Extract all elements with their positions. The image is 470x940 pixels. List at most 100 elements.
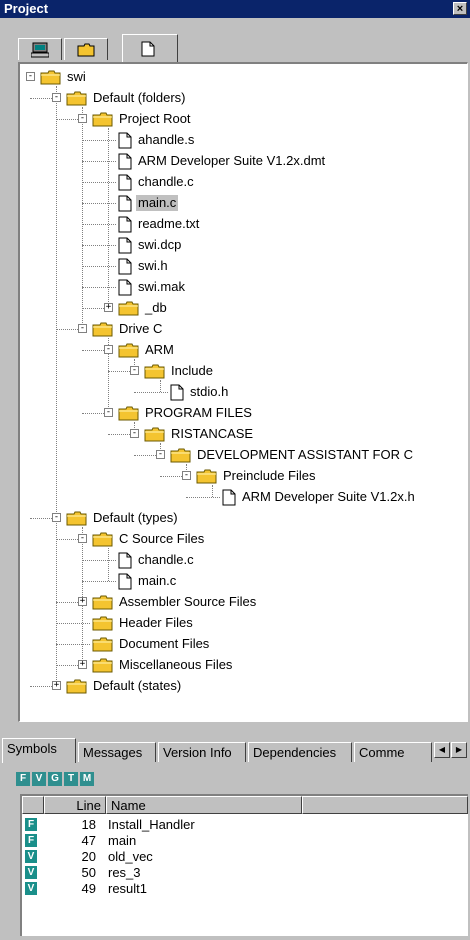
tree-node-label[interactable]: ARM Developer Suite V1.2x.dmt <box>136 153 327 169</box>
scroll-left-button[interactable]: ◀ <box>434 742 450 758</box>
tree-folder-node[interactable]: + Assembler Source Files <box>20 593 460 613</box>
tree-node-label[interactable]: swi <box>65 69 88 85</box>
tab-messages[interactable]: Messages <box>78 742 156 762</box>
tree-folder-node[interactable]: Header Files <box>20 614 460 634</box>
tree-node-label[interactable]: swi.dcp <box>136 237 183 253</box>
tree-node-label[interactable]: Assembler Source Files <box>117 594 258 610</box>
tab-version-info[interactable]: Version Info <box>158 742 246 762</box>
tab-file-view[interactable] <box>122 34 178 64</box>
expand-toggle[interactable]: + <box>104 303 113 312</box>
collapse-toggle[interactable]: - <box>52 93 61 102</box>
tree-folder-node[interactable]: - ARM <box>20 341 460 371</box>
collapse-toggle[interactable]: - <box>26 72 35 81</box>
tree-file-node[interactable]: swi.mak <box>20 278 460 298</box>
tab-symbols[interactable]: Symbols <box>2 738 76 763</box>
tree-folder-node[interactable]: - swi <box>20 68 460 686</box>
filter-f-button[interactable]: F <box>16 772 30 786</box>
expand-toggle[interactable]: + <box>78 660 87 669</box>
tab-folder-view[interactable] <box>64 38 108 60</box>
collapse-toggle[interactable]: - <box>78 324 87 333</box>
tree-folder-node[interactable]: - PROGRAM FILES <box>20 404 460 434</box>
tree-folder-node[interactable]: - C Source Files <box>20 530 460 581</box>
tree-node-label[interactable]: Document Files <box>117 636 211 652</box>
tree-node-label[interactable]: main.c <box>136 195 179 211</box>
tree-folder-node[interactable]: - Project Root <box>20 110 460 308</box>
tree-file-node[interactable]: swi.dcp <box>20 236 460 256</box>
expand-toggle[interactable]: + <box>52 681 61 690</box>
tree-file-node[interactable]: swi.h <box>20 257 460 277</box>
collapse-toggle[interactable]: - <box>130 429 139 438</box>
tree-folder-node[interactable]: + Miscellaneous Files <box>20 656 460 676</box>
extra-column-header[interactable] <box>302 796 468 814</box>
close-button[interactable]: × <box>453 2 467 15</box>
tree-node-label[interactable]: ARM Developer Suite V1.2x.h <box>240 489 417 505</box>
tree-node-label[interactable]: stdio.h <box>188 384 230 400</box>
tree-node-label[interactable]: chandle.c <box>136 174 196 190</box>
tree-node-label[interactable]: PROGRAM FILES <box>143 405 254 421</box>
tree-folder-node[interactable]: + _db <box>20 299 460 319</box>
tree-node-label[interactable]: chandle.c <box>136 552 196 568</box>
tree-file-node[interactable]: chandle.c <box>20 551 460 571</box>
collapse-toggle[interactable]: - <box>130 366 139 375</box>
tree-file-node[interactable]: main.c <box>20 194 460 214</box>
collapse-toggle[interactable]: - <box>104 345 113 354</box>
symbol-row[interactable]: F 18 Install_Handler <box>22 816 468 833</box>
tree-file-node[interactable]: ahandle.s <box>20 131 460 151</box>
tree-file-node[interactable]: main.c <box>20 572 460 592</box>
tab-dependencies[interactable]: Dependencies <box>248 742 352 762</box>
tab-computer-view[interactable] <box>18 38 62 60</box>
collapse-toggle[interactable]: - <box>78 534 87 543</box>
tree-node-label[interactable]: _db <box>143 300 169 316</box>
tree-node-label[interactable]: Default (types) <box>91 510 180 526</box>
collapse-toggle[interactable]: - <box>182 471 191 480</box>
symbol-row[interactable]: V 49 result1 <box>22 880 468 897</box>
tree-node-label[interactable]: Miscellaneous Files <box>117 657 234 673</box>
tree-file-node[interactable]: chandle.c <box>20 173 460 193</box>
tree-node-label[interactable]: RISTANCASE <box>169 426 255 442</box>
tree-file-node[interactable]: stdio.h <box>20 383 460 403</box>
tree-node-label[interactable]: ahandle.s <box>136 132 196 148</box>
tree-folder-node[interactable]: + Default (states) <box>20 677 460 697</box>
kind-column-header[interactable] <box>22 796 44 814</box>
tree-node-label[interactable]: Include <box>169 363 215 379</box>
tree-node-label[interactable]: Default (states) <box>91 678 183 694</box>
tree-node-label[interactable]: C Source Files <box>117 531 206 547</box>
tree-node-label[interactable]: Project Root <box>117 111 193 127</box>
filter-m-button[interactable]: M <box>80 772 94 786</box>
scroll-right-button[interactable]: ▶ <box>451 742 467 758</box>
tree-node-label[interactable]: Drive C <box>117 321 164 337</box>
filter-v-button[interactable]: V <box>32 772 46 786</box>
collapse-toggle[interactable]: - <box>78 114 87 123</box>
name-column-header[interactable]: Name <box>106 796 302 814</box>
tree-node-label[interactable]: DEVELOPMENT ASSISTANT FOR C <box>195 447 415 463</box>
tree-node-label[interactable]: Default (folders) <box>91 90 187 106</box>
filter-t-button[interactable]: T <box>64 772 78 786</box>
tree-node-label[interactable]: main.c <box>136 573 178 589</box>
tree-file-node[interactable]: readme.txt <box>20 215 460 235</box>
symbols-list[interactable]: Line Name F 18 Install_Handler F 47 main V 20 ol… <box>20 794 468 936</box>
tree-folder-node[interactable]: - Default (folders) <box>20 89 460 329</box>
tree-file-node[interactable]: ARM Developer Suite V1.2x.dmt <box>20 152 460 172</box>
tree-folder-node[interactable]: - DEVELOPMENT ASSISTANT FOR C <box>20 446 460 476</box>
tree-folder-node[interactable]: Document Files <box>20 635 460 655</box>
symbol-row[interactable]: V 20 old_vec <box>22 848 468 865</box>
project-tree[interactable]: - swi - Default (folders) - Project Root ahand… <box>18 62 468 722</box>
expand-toggle[interactable]: + <box>78 597 87 606</box>
tree-node-label[interactable]: Preinclude Files <box>221 468 318 484</box>
collapse-toggle[interactable]: - <box>156 450 165 459</box>
tab-comme[interactable]: Comme <box>354 742 432 762</box>
tree-folder-node[interactable]: - RISTANCASE <box>20 425 460 455</box>
line-column-header[interactable]: Line <box>44 796 106 814</box>
tree-folder-node[interactable]: - Drive C <box>20 320 460 413</box>
tree-file-node[interactable]: ARM Developer Suite V1.2x.h <box>20 488 460 508</box>
tree-node-label[interactable]: swi.mak <box>136 279 187 295</box>
tree-node-label[interactable]: swi.h <box>136 258 170 274</box>
tree-folder-node[interactable]: - Default (types) <box>20 509 460 665</box>
tree-node-label[interactable]: ARM <box>143 342 176 358</box>
filter-g-button[interactable]: G <box>48 772 62 786</box>
collapse-toggle[interactable]: - <box>52 513 61 522</box>
tree-folder-node[interactable]: - Include <box>20 362 460 392</box>
symbol-row[interactable]: V 50 res_3 <box>22 864 468 881</box>
tree-node-label[interactable]: Header Files <box>117 615 195 631</box>
tree-node-label[interactable]: readme.txt <box>136 216 201 232</box>
